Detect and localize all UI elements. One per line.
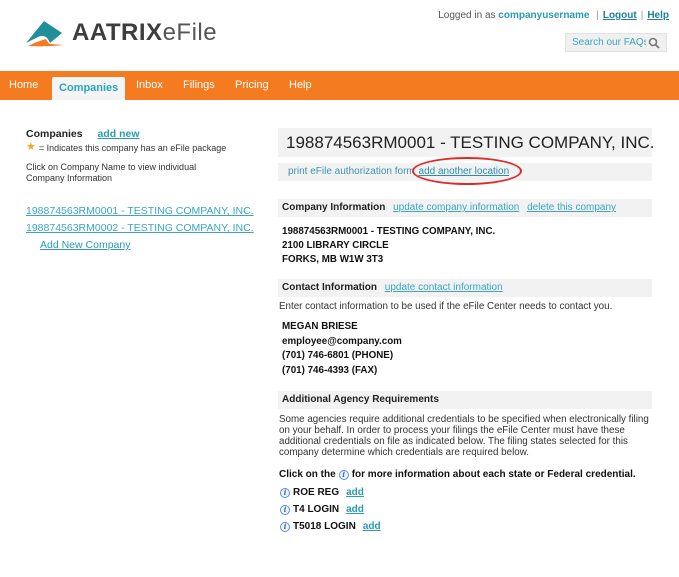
info-note-text: for more information about each state or… (351, 469, 636, 480)
agency-description: Some agencies require additional credent… (279, 414, 649, 458)
contact-details: MEGAN BRIESE employee@company.com (701) … (278, 320, 652, 378)
add-another-location-link[interactable]: add another location (419, 166, 510, 177)
nav-filings[interactable]: Filings (183, 71, 215, 100)
separator: | (640, 10, 644, 21)
separator: | (596, 10, 599, 21)
address-line: 198874563RM0001 - TESTING COMPANY, INC. (282, 226, 496, 237)
username: companyusername (498, 10, 590, 21)
sidebar-title: Companies (26, 128, 83, 140)
additional-agency-requirements-section: Additional Agency Requirements Some agen… (278, 391, 652, 535)
efile-legend: ★ = Indicates this company has an eFile … (26, 142, 256, 153)
companies-sidebar: Companies add new ★ = Indicates this com… (26, 128, 256, 251)
credential-list: i ROE REG add i T4 LOGIN add i T5018 LOG… (278, 484, 652, 535)
faq-search-input[interactable] (566, 37, 646, 48)
section-header: Company Information update company infor… (278, 199, 652, 217)
logo-brand-text: AATRIX (72, 19, 163, 46)
update-contact-information-link[interactable]: update contact information (385, 282, 503, 293)
section-title: Additional Agency Requirements (282, 394, 439, 405)
company-link[interactable]: 198874563RM0002 - TESTING COMPANY, INC. (26, 222, 256, 234)
add-new-company-button[interactable]: Add New Company (40, 239, 256, 251)
credential-item: i T5018 LOGIN add (280, 518, 652, 535)
section-title: Company Information (282, 202, 386, 213)
credential-name: T5018 LOGIN (293, 521, 356, 532)
contact-phone: (701) 746-6801 (PHONE) (282, 350, 394, 361)
credential-item: i T4 LOGIN add (280, 501, 652, 518)
user-bar: Logged in as companyusername | Logout | Hel… (438, 10, 669, 21)
logo-product-text: eFile (162, 19, 218, 46)
faq-search (565, 33, 667, 52)
contact-description: Enter contact information to be used if … (279, 301, 613, 312)
page-title: 198874563RM0001 - TESTING COMPANY, INC. (278, 128, 655, 157)
add-new-company-link[interactable]: add new (98, 128, 140, 140)
star-icon: ★ (26, 141, 36, 153)
info-icon[interactable]: i (280, 521, 290, 532)
address-line: FORKS, MB W1W 3T3 (282, 254, 384, 265)
contact-email: employee@company.com (282, 335, 402, 347)
contact-name: MEGAN BRIESE (282, 321, 358, 332)
info-note-text: Click on the (279, 469, 336, 480)
main-nav: Home Companies Inbox Filings Pricing Hel… (0, 71, 679, 100)
sidebar-header: Companies add new (26, 128, 256, 140)
help-link[interactable]: Help (647, 10, 669, 21)
nav-home[interactable]: Home (9, 71, 38, 100)
search-icon[interactable] (646, 35, 662, 51)
company-information-section: Company Information update company infor… (278, 199, 652, 267)
logged-in-label: Logged in as (438, 10, 496, 21)
add-credential-link[interactable]: add (363, 521, 381, 532)
logout-link[interactable]: Logout (603, 10, 637, 21)
credential-item: i ROE REG add (280, 484, 652, 501)
credential-name: ROE REG (293, 487, 340, 498)
nav-pricing[interactable]: Pricing (235, 71, 269, 100)
print-authorization-form-link[interactable]: print eFile authorization form (288, 166, 415, 177)
delete-company-link[interactable]: delete this company (527, 202, 616, 213)
company-actions: print eFile authorization form add anoth… (278, 157, 652, 185)
address-line: 2100 LIBRARY CIRCLE (282, 240, 389, 251)
nav-help[interactable]: Help (289, 71, 312, 100)
company-detail: 198874563RM0001 - TESTING COMPANY, INC. … (278, 128, 655, 535)
company-address: 198874563RM0001 - TESTING COMPANY, INC. … (278, 225, 652, 267)
add-credential-link[interactable]: add (346, 504, 364, 515)
contact-fax: (701) 746-4393 (FAX) (282, 364, 378, 376)
info-icon: i (338, 469, 349, 480)
legend-text: = Indicates this company has an eFile pa… (38, 142, 227, 153)
instructions-line: Click on Company Name to view individual (26, 162, 197, 172)
sidebar-instructions: Click on Company Name to view individual… (26, 162, 256, 184)
info-icon[interactable]: i (280, 504, 290, 515)
update-company-information-link[interactable]: update company information (393, 202, 519, 213)
info-instructions: Click on the i for more information abou… (278, 469, 652, 480)
aatrix-efile-logo[interactable]: AATRIXeFile (24, 19, 217, 47)
logo-mark-icon (26, 21, 64, 47)
section-header: Contact Information update contact infor… (278, 279, 652, 297)
instructions-line: Company Information (26, 173, 113, 183)
credential-name: T4 LOGIN (293, 504, 340, 515)
info-icon[interactable]: i (280, 487, 290, 498)
add-credential-link[interactable]: add (346, 487, 364, 498)
nav-companies[interactable]: Companies (52, 77, 126, 100)
section-title: Contact Information (282, 282, 377, 293)
section-header: Additional Agency Requirements (278, 391, 652, 409)
nav-inbox[interactable]: Inbox (136, 71, 163, 100)
company-link[interactable]: 198874563RM0001 - TESTING COMPANY, INC. (26, 205, 256, 217)
contact-information-section: Contact Information update contact infor… (278, 279, 652, 378)
